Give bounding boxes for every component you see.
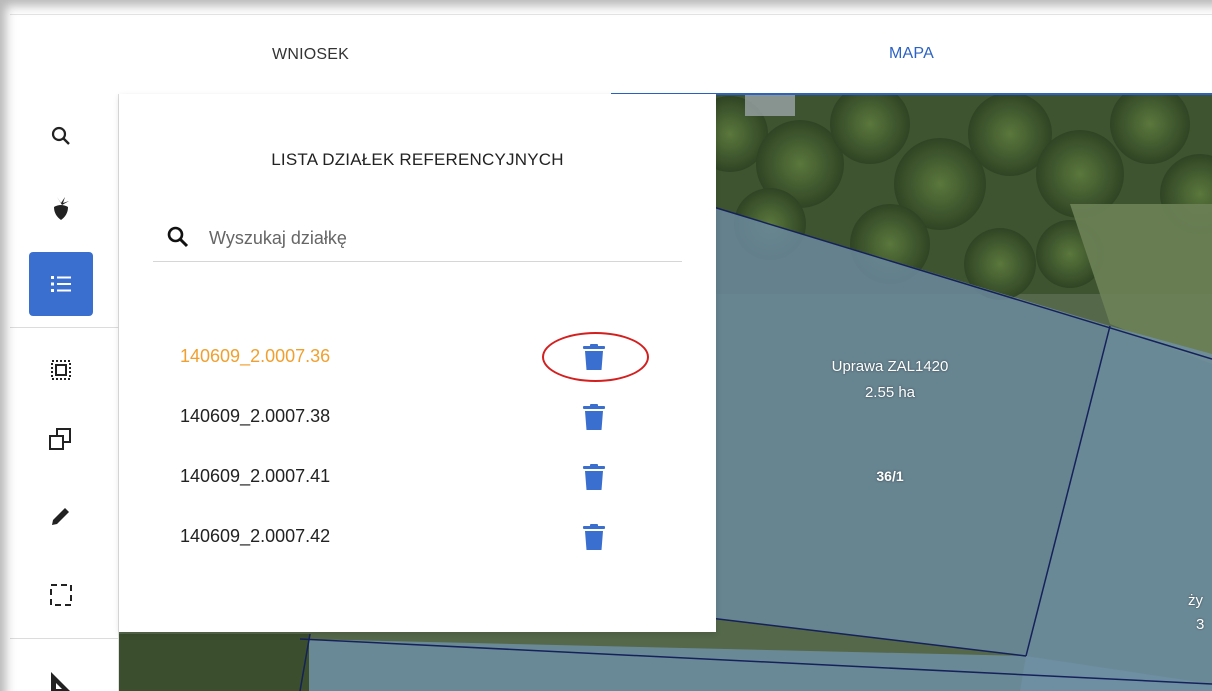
dashed-rectangle-icon (50, 584, 72, 606)
tab-wniosek[interactable]: WNIOSEK (10, 15, 611, 95)
parcel-id[interactable]: 140609_2.0007.36 (180, 346, 330, 367)
select-area-tool-button[interactable] (29, 338, 93, 402)
crop-beet-icon (54, 197, 69, 220)
crop-label: Uprawa ZAL1420 (831, 358, 949, 375)
measure-tool-button[interactable] (29, 650, 93, 691)
parcel-id[interactable]: 140609_2.0007.42 (180, 526, 330, 547)
delete-parcel-trash-icon[interactable] (582, 464, 606, 490)
crop-area-label: 2.55 ha (864, 384, 916, 401)
delete-parcel-trash-icon[interactable] (582, 524, 606, 550)
list-icon (51, 276, 71, 292)
measure-ruler-icon (51, 672, 70, 691)
toolbar-divider (10, 638, 119, 639)
parcel-id[interactable]: 140609_2.0007.38 (180, 406, 330, 427)
edge-label-2: 3 (1196, 616, 1205, 633)
search-tool-button[interactable] (29, 104, 93, 168)
search-icon (167, 226, 189, 248)
parcel-search (153, 214, 682, 262)
map-toolbar (10, 94, 119, 691)
delete-parcel-trash-icon[interactable] (582, 404, 606, 430)
edge-label-1: ży (1188, 592, 1203, 609)
copy-shape-tool-button[interactable] (29, 407, 93, 471)
parcel-number-label: 36/1 (876, 468, 904, 484)
reference-parcels-panel: LISTA DZIAŁEK REFERENCYJNYCH 140609_2.00… (119, 94, 716, 632)
tab-mapa[interactable]: MAPA (611, 15, 1212, 95)
crop-tool-button[interactable] (29, 176, 93, 240)
copy-shape-icon (49, 428, 71, 450)
edit-pencil-icon (52, 508, 69, 525)
parcel-id[interactable]: 140609_2.0007.41 (180, 466, 330, 487)
parcel-row[interactable]: 140609_2.0007.41 (180, 456, 660, 496)
search-icon (51, 126, 70, 145)
highlight-circle-annotation (542, 332, 649, 382)
select-area-icon (51, 360, 71, 380)
draw-rectangle-tool-button[interactable] (29, 563, 93, 627)
parcel-row[interactable]: 140609_2.0007.42 (180, 516, 660, 556)
toolbar-divider (10, 327, 119, 328)
panel-title: LISTA DZIAŁEK REFERENCYJNYCH (271, 150, 564, 169)
parcel-search-input[interactable] (209, 218, 669, 258)
parcel-row[interactable]: 140609_2.0007.38 (180, 396, 660, 436)
tab-bar: WNIOSEK MAPA (10, 14, 1212, 95)
parcel-list-tool-button[interactable] (29, 252, 93, 316)
edit-tool-button[interactable] (29, 484, 93, 548)
